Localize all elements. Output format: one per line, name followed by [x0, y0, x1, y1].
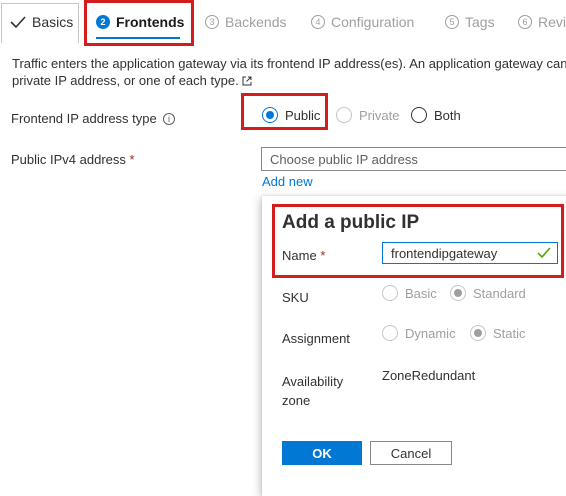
radio-both-label: Both	[434, 107, 461, 123]
sku-label: SKU	[282, 290, 309, 305]
step-number-badge: 2	[96, 15, 110, 29]
name-label: Name *	[282, 248, 325, 263]
tab-configuration[interactable]: 4 Configuration	[311, 8, 414, 36]
external-link-icon[interactable]	[242, 76, 252, 86]
name-input-value: frontendipgateway	[391, 245, 498, 261]
tab-tags-label: Tags	[465, 14, 495, 30]
availability-zone-label: Availability zone	[282, 372, 343, 410]
public-ipv4-label-text: Public IPv4 address	[11, 152, 126, 167]
wizard-tabs: Basics 2 Frontends 3 Backends 4 Configur…	[0, 0, 566, 46]
tab-frontends[interactable]: 2 Frontends	[96, 8, 184, 36]
name-label-text: Name	[282, 248, 317, 263]
description-line-1: Traffic enters the application gateway v…	[12, 56, 566, 71]
description-text: Traffic enters the application gateway v…	[12, 55, 566, 89]
radio-public[interactable]: Public	[262, 107, 320, 123]
tab-configuration-label: Configuration	[331, 14, 415, 30]
assignment-label: Assignment	[282, 331, 350, 346]
cancel-button[interactable]: Cancel	[370, 441, 452, 465]
radio-assignment-dynamic-dot[interactable]	[382, 325, 398, 341]
step-number-badge: 3	[205, 15, 219, 29]
radio-private[interactable]: Private	[336, 107, 399, 123]
radio-public-dot[interactable]	[262, 107, 278, 123]
radio-assignment-dynamic-label: Dynamic	[405, 325, 456, 341]
tab-review[interactable]: 6 Revi	[518, 8, 566, 36]
tab-backends-label: Backends	[225, 14, 287, 30]
name-input[interactable]: frontendipgateway	[382, 242, 558, 264]
tab-basics-label: Basics	[32, 14, 74, 30]
radio-sku-standard-label: Standard	[473, 285, 526, 301]
tab-frontends-label: Frontends	[116, 14, 185, 30]
checkmark-icon	[10, 16, 26, 29]
tab-backends[interactable]: 3 Backends	[205, 8, 286, 36]
radio-sku-standard-dot[interactable]	[450, 285, 466, 301]
radio-both-dot[interactable]	[411, 107, 427, 123]
radio-sku-standard[interactable]: Standard	[450, 285, 526, 301]
step-number-badge: 5	[445, 15, 459, 29]
availability-zone-label-line-2: zone	[282, 393, 311, 408]
availability-zone-label-line-1: Availability	[282, 374, 344, 389]
radio-sku-basic-label: Basic	[405, 285, 437, 301]
add-public-ip-panel: Add a public IP Name * frontendipgateway…	[262, 196, 566, 496]
active-tab-underline	[96, 37, 180, 39]
tab-tags[interactable]: 5 Tags	[445, 8, 495, 36]
panel-title: Add a public IP	[282, 212, 420, 233]
radio-sku-basic-dot[interactable]	[382, 285, 398, 301]
tab-review-label: Revi	[538, 14, 566, 30]
radio-private-label: Private	[359, 107, 400, 123]
frontend-ip-type-label: Frontend IP address type	[11, 111, 157, 126]
required-mark: *	[320, 248, 326, 263]
ok-button[interactable]: OK	[282, 441, 362, 465]
radio-assignment-static-dot[interactable]	[470, 325, 486, 341]
public-ip-select[interactable]: Choose public IP address	[261, 147, 566, 171]
radio-assignment-static[interactable]: Static	[470, 325, 526, 341]
tab-basics[interactable]: Basics	[10, 8, 73, 36]
radio-private-dot[interactable]	[336, 107, 352, 123]
step-number-badge: 4	[311, 15, 325, 29]
step-number-badge: 6	[518, 15, 532, 29]
availability-zone-value: ZoneRedundant	[382, 368, 476, 383]
radio-both[interactable]: Both	[411, 107, 461, 123]
checkmark-icon	[537, 247, 551, 259]
description-line-2: private IP address, or one of each type.	[12, 73, 239, 88]
public-ipv4-label: Public IPv4 address *	[11, 152, 135, 167]
radio-assignment-static-label: Static	[493, 325, 526, 341]
radio-public-label: Public	[285, 107, 321, 123]
public-ip-select-placeholder: Choose public IP address	[270, 151, 418, 167]
add-new-link[interactable]: Add new	[262, 174, 313, 189]
radio-sku-basic[interactable]: Basic	[382, 285, 437, 301]
info-icon[interactable]: i	[163, 113, 175, 125]
radio-assignment-dynamic[interactable]: Dynamic	[382, 325, 456, 341]
required-mark: *	[129, 152, 135, 167]
